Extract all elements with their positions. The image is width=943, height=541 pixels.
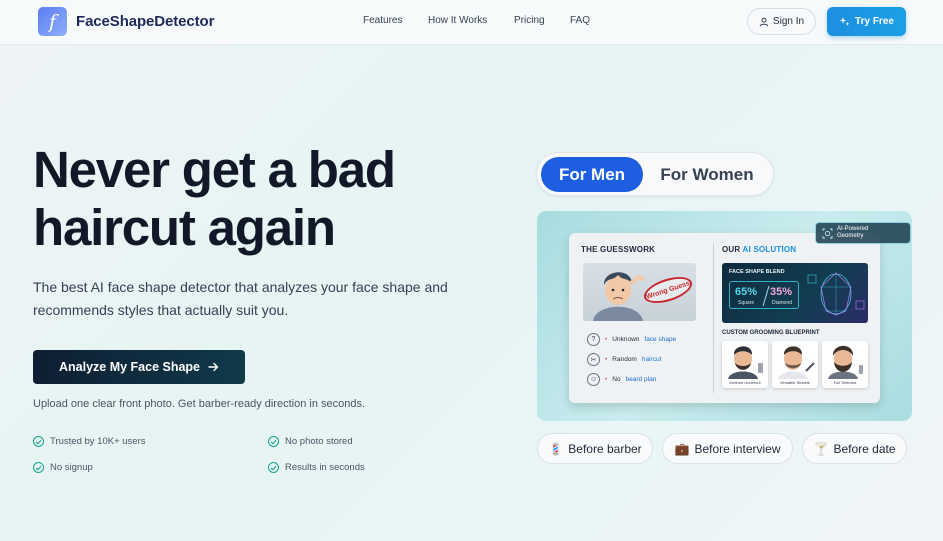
guess-pre: No: [612, 376, 621, 383]
style-card: Defined Undercut: [722, 341, 768, 388]
guess-pre: Unknown: [612, 336, 640, 343]
question-face-icon: ?: [587, 333, 600, 346]
confused-man-illustration: Wrong Guess: [583, 263, 696, 321]
badge-line-2: Geometry: [837, 233, 864, 239]
chip-label: Before date: [833, 441, 896, 456]
comparison-panel: THE GUESSWORK Wrong Guess ? • Unknown fa…: [569, 233, 880, 403]
blend-label-square: Square: [738, 300, 755, 306]
badge-line-1: AI-Powered: [837, 226, 869, 232]
hero-headline: Never get a bad haircut again: [33, 141, 503, 257]
arrow-right-icon: [208, 362, 219, 372]
gender-toggle: For Men For Women: [536, 152, 774, 196]
check-circle-icon: [33, 436, 44, 447]
bullet-dot: •: [605, 356, 608, 363]
scissors-icon: ✂: [587, 353, 600, 366]
blend-pct-diamond: 35%: [770, 286, 793, 298]
headline-line-2: haircut again: [33, 199, 336, 256]
logo-glyph: f: [48, 10, 57, 33]
cta-label: Analyze My Face Shape: [58, 360, 201, 374]
textured-portrait: [828, 345, 863, 379]
ai-solution-title: OUR AI SOLUTION: [722, 245, 796, 254]
sign-in-button[interactable]: Sign In: [747, 8, 816, 35]
stubble-portrait: [778, 346, 815, 379]
top-navbar: f FaceShapeDetector Features How It Work…: [0, 0, 943, 45]
blueprint-title: CUSTOM GROOMING BLUEPRINT: [722, 330, 820, 336]
style-label: Defined Undercut: [729, 380, 761, 385]
style-card: Versatile Stubble: [772, 341, 818, 388]
style-card: Full Textured: [822, 341, 868, 388]
blend-box: 65% Square 35% Diamond: [729, 281, 799, 309]
user-icon: [759, 17, 769, 26]
undercut-portrait: [728, 346, 763, 379]
chip-label: Before interview: [694, 441, 781, 456]
chip-before-interview[interactable]: 💼 Before interview: [662, 433, 793, 464]
for-women-tab[interactable]: For Women: [655, 157, 759, 192]
style-label: Full Textured: [833, 380, 857, 385]
analyze-face-shape-button[interactable]: Analyze My Face Shape: [33, 350, 245, 384]
face-shape-blend-card: FACE SHAPE BLEND 65% Square 35% Diamond: [722, 263, 868, 323]
ai-solution-title-a: OUR: [722, 245, 743, 254]
beard-icon: ☺: [587, 373, 600, 386]
guess-highlight: haircut: [641, 356, 662, 363]
check-circle-icon: [33, 462, 44, 473]
chip-label: Before barber: [568, 441, 642, 456]
face-mesh-graphic: [807, 272, 865, 316]
style-label: Versatile Stubble: [779, 380, 811, 385]
chip-before-barber[interactable]: 💈 Before barber: [537, 433, 653, 464]
feature-item: Results in seconds: [268, 462, 365, 473]
preview-illustration: THE GUESSWORK Wrong Guess ? • Unknown fa…: [537, 211, 912, 421]
guess-item: ☺ • No beard plan: [587, 373, 656, 386]
check-circle-icon: [268, 462, 279, 473]
ai-solution-title-b: AI SOLUTION: [742, 245, 797, 254]
guess-item: ? • Unknown face shape: [587, 333, 676, 346]
blend-title: FACE SHAPE BLEND: [729, 269, 785, 275]
panel-divider: [713, 243, 714, 393]
guess-highlight: face shape: [644, 336, 677, 343]
try-free-button[interactable]: Try Free: [827, 7, 906, 36]
hero-subtext: The best AI face shape detector that ana…: [33, 279, 448, 318]
guess-item: ✂ • Random haircut: [587, 353, 661, 366]
for-men-tab[interactable]: For Men: [541, 157, 643, 192]
blend-pct-square: 65%: [735, 286, 758, 298]
feature-label: Trusted by 10K+ users: [50, 436, 146, 447]
upload-note: Upload one clear front photo. Get barber…: [33, 398, 366, 410]
sparkle-icon: [839, 17, 850, 26]
bullet-dot: •: [605, 376, 608, 383]
guess-highlight: beard plan: [625, 376, 657, 383]
logo-icon[interactable]: f: [38, 7, 67, 36]
badge-text: AI-Powered Geometry: [837, 226, 868, 240]
try-free-label: Try Free: [855, 16, 894, 27]
nav-faq[interactable]: FAQ: [570, 15, 590, 26]
nav-pricing[interactable]: Pricing: [514, 15, 545, 26]
nav-how-it-works[interactable]: How It Works: [428, 15, 487, 26]
feature-item: No photo stored: [268, 436, 353, 447]
guess-pre: Random: [612, 356, 637, 363]
feature-item: Trusted by 10K+ users: [33, 436, 146, 447]
briefcase-icon: 💼: [674, 441, 690, 456]
sign-in-label: Sign In: [772, 16, 805, 27]
barber-pole-icon: 💈: [548, 441, 564, 456]
guesswork-title: THE GUESSWORK: [581, 245, 656, 254]
blend-label-diamond: Diamond: [772, 300, 793, 306]
face-scan-icon: [822, 228, 833, 238]
headline-line-1: Never get a bad: [33, 141, 396, 198]
brand-name[interactable]: FaceShapeDetector: [76, 13, 214, 30]
nav-features[interactable]: Features: [363, 15, 402, 26]
cocktail-icon: 🍸: [813, 441, 829, 456]
ai-powered-badge: AI-Powered Geometry: [815, 222, 911, 244]
bullet-dot: •: [605, 336, 608, 343]
chip-before-date[interactable]: 🍸 Before date: [802, 433, 907, 464]
check-circle-icon: [268, 436, 279, 447]
blend-slash: [762, 285, 770, 307]
feature-label: No signup: [50, 462, 93, 473]
feature-label: Results in seconds: [285, 462, 365, 473]
feature-label: No photo stored: [285, 436, 353, 447]
feature-item: No signup: [33, 462, 93, 473]
